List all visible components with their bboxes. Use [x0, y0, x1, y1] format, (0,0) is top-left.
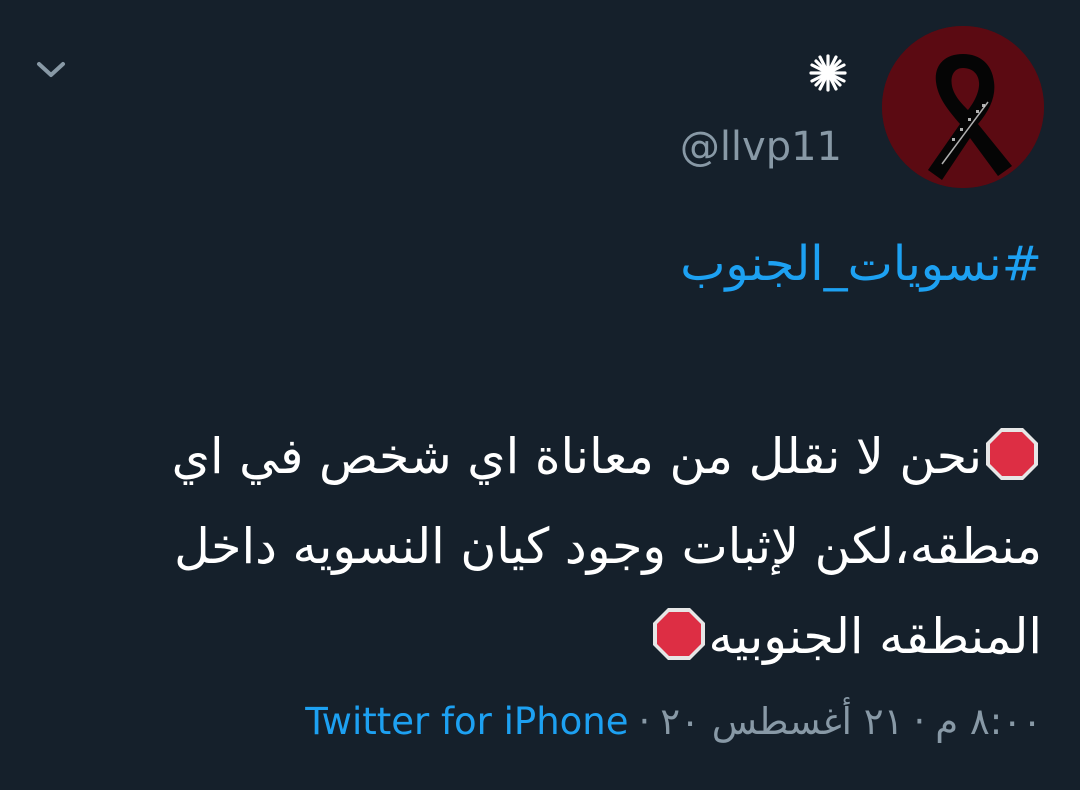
- meta-separator: ·: [913, 700, 926, 743]
- avatar[interactable]: [882, 26, 1044, 188]
- tweet-meta: Twitter for iPhone · ٢١ أغسطس ٢٠ · ٨:٠٠ …: [305, 700, 1042, 743]
- hashtag-link[interactable]: #نسويات_الجنوب: [680, 236, 1042, 292]
- stop-sign-emoji: [651, 601, 707, 660]
- stop-sign-emoji: [984, 421, 1040, 480]
- chevron-down-icon[interactable]: [30, 54, 72, 86]
- tweet-time: ٨:٠٠ م: [935, 700, 1042, 743]
- tweet-body: نحن لا نقلل من معاناة اي شخص في اي منطقه…: [32, 412, 1042, 682]
- tweet-date: ٢١ أغسطس ٢٠: [660, 700, 904, 743]
- tweet-text: نحن لا نقلل من معاناة اي شخص في اي منطقه…: [171, 428, 1042, 665]
- meta-separator: ·: [638, 700, 651, 743]
- source-link[interactable]: Twitter for iPhone: [305, 700, 628, 743]
- user-handle[interactable]: @llvp11: [680, 124, 842, 170]
- sparkle-badge-icon: [808, 53, 848, 93]
